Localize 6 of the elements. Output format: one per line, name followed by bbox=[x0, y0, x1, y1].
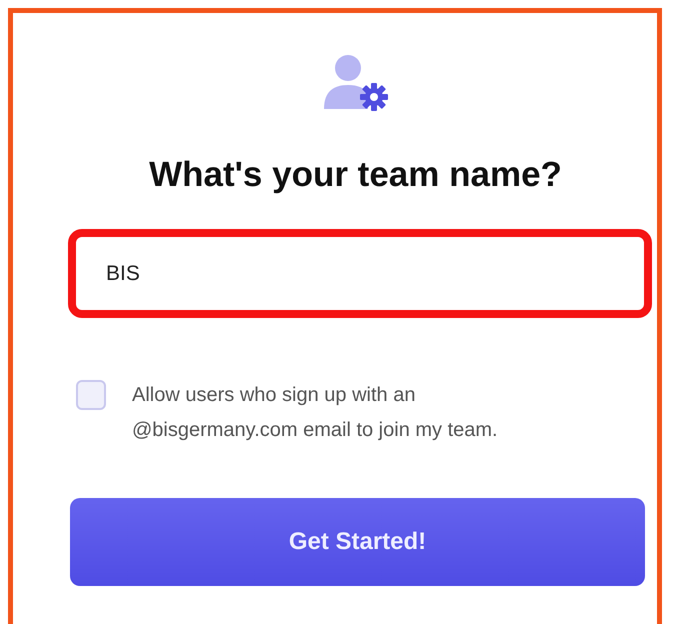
team-name-field[interactable]: BIS bbox=[68, 229, 652, 318]
get-started-button[interactable]: Get Started! bbox=[70, 498, 645, 586]
user-settings-icon bbox=[322, 53, 390, 111]
checkbox[interactable] bbox=[76, 380, 106, 410]
checkbox-label: Allow users who sign up with an @bisgermany.com email to join my team. bbox=[132, 383, 499, 443]
heading: What's your team name? bbox=[148, 155, 563, 195]
